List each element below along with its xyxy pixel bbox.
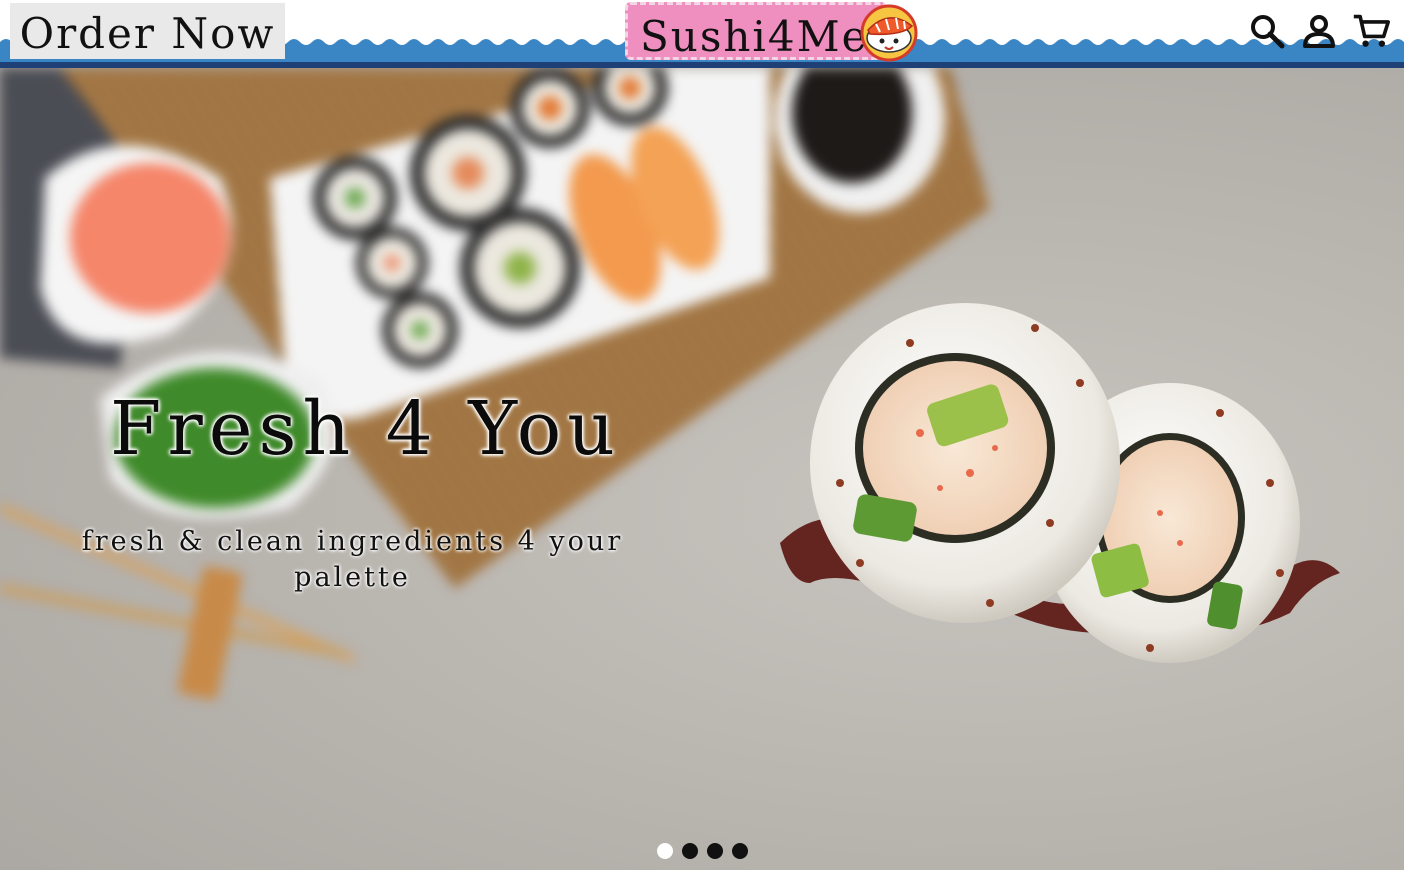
site-header: Order Now Sushi4Me bbox=[0, 0, 1404, 68]
account-icon[interactable] bbox=[1300, 11, 1338, 51]
order-now-button[interactable]: Order Now bbox=[10, 3, 285, 59]
sushi-mascot-icon bbox=[860, 4, 918, 62]
carousel-dot-2[interactable] bbox=[682, 843, 698, 859]
california-roll-image bbox=[780, 303, 1340, 663]
hero-subtitle: fresh & clean ingredients 4 your palette bbox=[81, 526, 624, 593]
carousel-dot-3[interactable] bbox=[707, 843, 723, 859]
carousel-dot-4[interactable] bbox=[732, 843, 748, 859]
logo-text: Sushi4Me bbox=[640, 12, 869, 61]
carousel-dot-1[interactable] bbox=[657, 843, 673, 859]
carousel-dots bbox=[657, 843, 748, 859]
search-icon[interactable] bbox=[1248, 11, 1286, 51]
hero-carousel: Fresh 4 You fresh & clean ingredients 4 … bbox=[0, 68, 1404, 870]
header-icons bbox=[1248, 8, 1390, 54]
hero-title: Fresh 4 You bbox=[110, 386, 621, 472]
cart-icon[interactable] bbox=[1352, 11, 1390, 51]
site-logo[interactable]: Sushi4Me bbox=[625, 2, 887, 61]
